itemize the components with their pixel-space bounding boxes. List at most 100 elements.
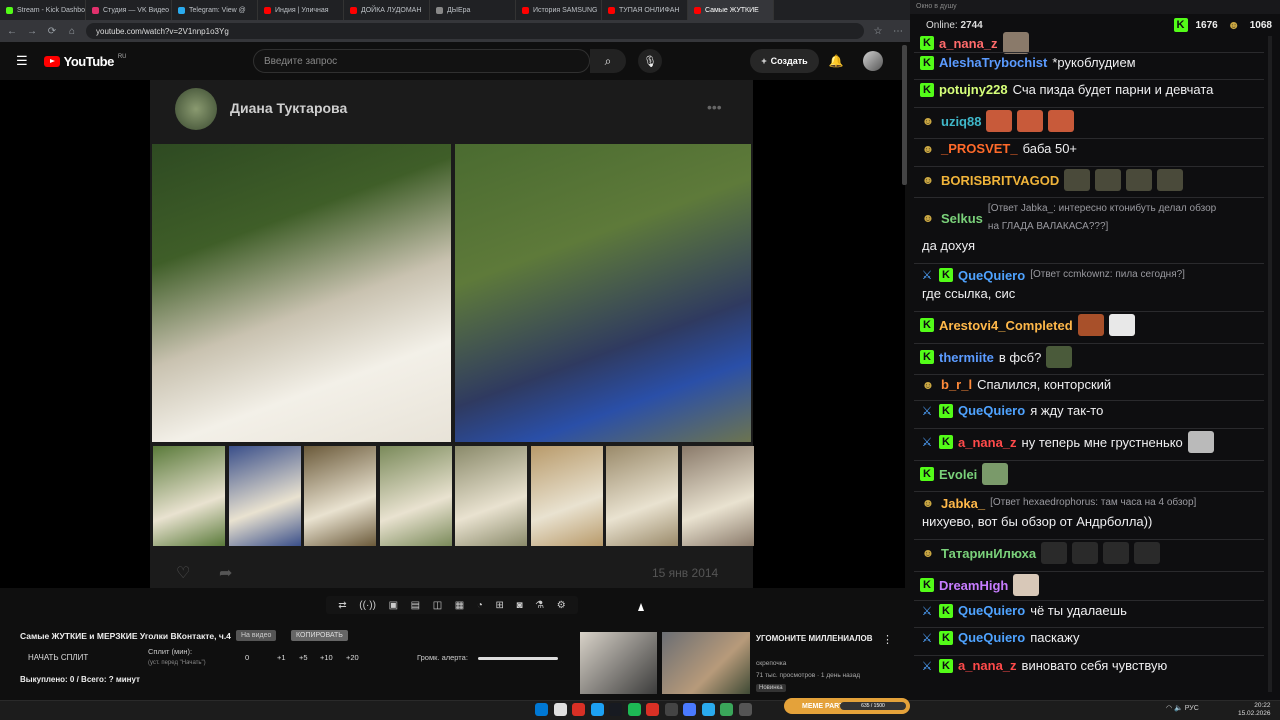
search-input[interactable]: Введите запрос bbox=[253, 49, 590, 73]
chat-username[interactable]: QueQuiero bbox=[958, 630, 1025, 645]
chat-username[interactable]: thermiite bbox=[939, 350, 994, 365]
gear-icon[interactable]: ⚙ bbox=[557, 600, 566, 611]
chat-username[interactable]: Arestovi4_Completed bbox=[939, 318, 1073, 333]
browser-tab[interactable]: История SAMSUNG bbox=[516, 0, 602, 20]
chrome-icon[interactable] bbox=[572, 703, 585, 716]
steam-icon[interactable] bbox=[609, 703, 622, 716]
extensions-icon[interactable]: ⋯ bbox=[892, 26, 904, 37]
flask-icon[interactable]: ⚗ bbox=[535, 600, 544, 611]
split-plus-1-button[interactable]: +1 bbox=[277, 653, 286, 662]
reload-icon[interactable]: ⟳ bbox=[46, 26, 58, 37]
screen-icon[interactable]: ▣ bbox=[389, 600, 398, 611]
forward-icon[interactable]: → bbox=[26, 26, 38, 37]
recorder-icon[interactable] bbox=[646, 703, 659, 716]
chat-username[interactable]: DreamHigh bbox=[939, 578, 1008, 593]
browser-tab[interactable]: ДОЙКА ЛУДОМАН bbox=[344, 0, 430, 20]
chat-username[interactable]: Selkus bbox=[941, 211, 983, 226]
browser-tab-strip: Stream - Kick Dashboard Студия — VK Видео… bbox=[0, 0, 910, 20]
app-icon[interactable] bbox=[720, 703, 733, 716]
on-video-button[interactable]: На видео bbox=[236, 630, 277, 641]
browser-tab[interactable]: Студия — VK Видео bbox=[86, 0, 172, 20]
chat-username[interactable]: a_nana_z bbox=[939, 36, 998, 51]
chat-username[interactable]: a_nana_z bbox=[958, 435, 1017, 450]
add-screen-icon[interactable]: ⊞ bbox=[495, 600, 503, 611]
search-button[interactable]: ⌕ bbox=[590, 49, 626, 73]
frames-icon[interactable]: ▦ bbox=[455, 600, 464, 611]
browser-tab[interactable]: ДЫЕра bbox=[430, 0, 516, 20]
browser-tab[interactable]: ТУПАЯ ОНЛИФАН bbox=[602, 0, 688, 20]
chat-username[interactable]: _PROSVET_ bbox=[941, 141, 1018, 156]
chat-message: K AleshaTrybochist *рукоблудием bbox=[920, 55, 1136, 70]
recommended-channel[interactable]: скрепочка bbox=[756, 660, 786, 667]
app-icon[interactable] bbox=[590, 703, 604, 716]
recommended-thumbnail-2[interactable] bbox=[662, 632, 750, 694]
bell-icon[interactable]: 🔔 bbox=[826, 51, 846, 71]
pip-icon[interactable]: ◫ bbox=[433, 600, 442, 611]
chat-text: ну теперь мне грустненько bbox=[1021, 434, 1183, 450]
avatar[interactable] bbox=[863, 51, 883, 71]
camera-icon[interactable]: ◙ bbox=[516, 600, 522, 611]
chat-scrollbar[interactable] bbox=[1268, 36, 1272, 692]
loop-icon[interactable]: ⇄ bbox=[338, 600, 346, 611]
browser-tab[interactable]: Самые ЖУТКИЕ bbox=[688, 0, 774, 20]
chat-username[interactable]: Evolei bbox=[939, 467, 977, 482]
broadcast-icon[interactable]: ((·)) bbox=[359, 600, 376, 611]
home-icon[interactable]: ⌂ bbox=[66, 26, 78, 37]
search-icon: ⌕ bbox=[604, 53, 612, 68]
system-clock[interactable]: 20:22 15.02.2026 bbox=[1238, 702, 1271, 718]
chat-username[interactable]: ТатаринИлюха bbox=[941, 546, 1036, 561]
copy-button[interactable]: КОПИРОВАТЬ bbox=[291, 630, 348, 641]
pepe-badge-icon: ☻ bbox=[921, 141, 935, 156]
start-icon[interactable] bbox=[535, 703, 548, 716]
bookmark-icon[interactable]: ☆ bbox=[872, 26, 884, 37]
chat-username[interactable]: b_r_l bbox=[941, 377, 972, 392]
back-icon[interactable]: ← bbox=[6, 26, 18, 37]
like-icon: ♡ bbox=[176, 565, 191, 582]
chat-window-title: Окно в душу bbox=[910, 0, 1280, 14]
chat-username[interactable]: potujny228 bbox=[939, 82, 1008, 97]
search-icon[interactable] bbox=[553, 703, 567, 716]
voice-search-button[interactable]: 🎙 bbox=[638, 49, 662, 73]
chat-username[interactable]: uziq88 bbox=[941, 114, 981, 129]
youtube-logo[interactable]: YouTube RU bbox=[43, 54, 127, 69]
spotify-icon[interactable] bbox=[627, 703, 641, 716]
kick-badge-icon: K bbox=[939, 658, 953, 673]
split-plus-10-button[interactable]: +10 bbox=[320, 653, 333, 662]
system-tray[interactable]: ◠ 🔈 РУС bbox=[1166, 704, 1199, 712]
speed-icon[interactable]: ◔ bbox=[477, 600, 483, 611]
browser-tab[interactable]: Stream - Kick Dashboard bbox=[0, 0, 86, 20]
app-icon[interactable] bbox=[738, 703, 752, 716]
start-split-button[interactable]: НАЧАТЬ СПЛИТ bbox=[28, 653, 88, 662]
input-language[interactable]: РУС bbox=[1185, 705, 1199, 712]
alert-volume-slider[interactable] bbox=[478, 657, 558, 660]
split-value[interactable]: 0 bbox=[245, 653, 249, 662]
telegram-icon[interactable] bbox=[701, 703, 715, 716]
tab-favicon-icon bbox=[264, 6, 271, 14]
split-plus-5-button[interactable]: +5 bbox=[299, 653, 308, 662]
kick-badge-icon: K bbox=[939, 630, 953, 645]
post-thumbnail bbox=[304, 446, 376, 546]
url-field[interactable]: youtube.com/watch?v=2V1nnp1o3Yg bbox=[86, 23, 864, 39]
chat-username[interactable]: QueQuiero bbox=[958, 268, 1025, 283]
chat-username[interactable]: BORISBRITVAGOD bbox=[941, 173, 1059, 188]
media-player-icon[interactable] bbox=[683, 703, 696, 716]
more-vert-icon[interactable]: ⋮ bbox=[882, 633, 893, 646]
chat-reply-context: [Ответ hexaedrophorus: там часа на 4 обз… bbox=[990, 497, 1197, 508]
chat-username[interactable]: Jabka_ bbox=[941, 496, 985, 511]
split-plus-20-button[interactable]: +20 bbox=[346, 653, 359, 662]
film-icon[interactable]: ▤ bbox=[411, 600, 420, 611]
create-button[interactable]: + Создать bbox=[750, 49, 819, 73]
chat-username[interactable]: QueQuiero bbox=[958, 603, 1025, 618]
app-icon[interactable] bbox=[664, 703, 678, 716]
chat-username[interactable]: QueQuiero bbox=[958, 403, 1025, 418]
recommended-title[interactable]: УГОМОНИТЕ МИЛЛЕНИАЛОВ bbox=[756, 633, 881, 645]
chat-divider bbox=[914, 491, 1264, 492]
chat-username[interactable]: AleshaTrybochist bbox=[939, 55, 1047, 70]
mouse-cursor bbox=[638, 603, 644, 611]
page-scrollbar[interactable] bbox=[902, 45, 907, 185]
menu-icon[interactable]: ☰ bbox=[16, 53, 28, 69]
chat-username[interactable]: a_nana_z bbox=[958, 658, 1017, 673]
browser-tab[interactable]: Telegram: View @ bbox=[172, 0, 258, 20]
recommended-thumbnail-1[interactable] bbox=[580, 632, 657, 694]
browser-tab[interactable]: Индия | Уличная bbox=[258, 0, 344, 20]
